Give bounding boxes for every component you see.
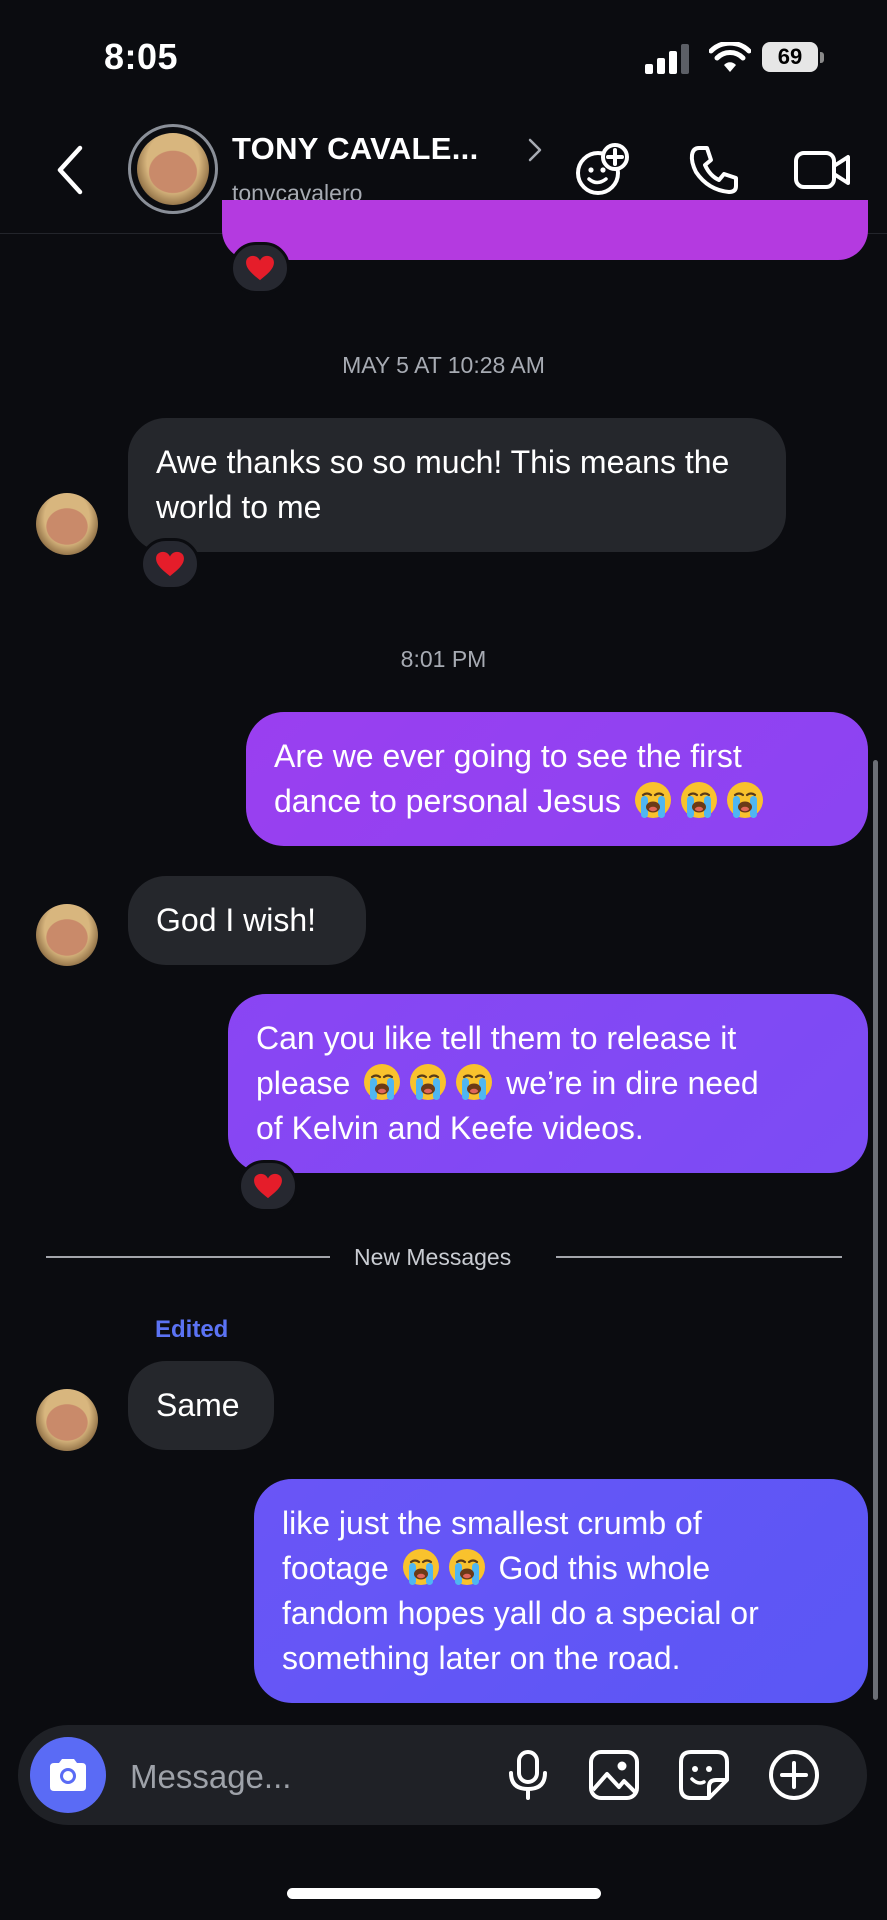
message-text: Are we ever going to see the first <box>274 738 742 774</box>
incoming-message-bubble[interactable]: Awe thanks so so much! This means the wo… <box>128 418 786 552</box>
message-text: God I wish! <box>156 902 317 938</box>
loudly-crying-face-emoji <box>725 780 765 820</box>
message-text: Same <box>156 1387 240 1423</box>
sender-avatar[interactable] <box>36 1389 98 1451</box>
message-text: Awe thanks so so much! This means the wo… <box>156 444 730 525</box>
timestamp: 8:01 PM <box>400 646 487 672</box>
new-messages-divider <box>556 1256 842 1258</box>
reaction-badge[interactable] <box>140 538 200 590</box>
message-text: of Kelvin and Keefe videos. <box>256 1110 644 1146</box>
heart-icon <box>245 255 275 281</box>
timestamp: MAY 5 AT 10:28 AM <box>342 352 545 378</box>
microphone-icon[interactable] <box>500 1747 556 1803</box>
battery-indicator: 69 <box>762 42 826 74</box>
loudly-crying-face-emoji <box>408 1062 448 1102</box>
message-text: we’re in dire need <box>506 1065 759 1101</box>
gallery-icon[interactable] <box>586 1747 642 1803</box>
message-input[interactable] <box>128 1750 492 1804</box>
sticker-icon[interactable] <box>676 1747 732 1803</box>
back-chevron-icon[interactable] <box>52 144 88 196</box>
phone-icon[interactable] <box>684 140 744 200</box>
camera-button[interactable] <box>30 1737 106 1813</box>
incoming-message-bubble[interactable]: God I wish! <box>128 876 366 965</box>
message-text: like just the smallest crumb of <box>282 1505 702 1541</box>
chevron-right-icon[interactable] <box>526 136 544 164</box>
add-icon[interactable] <box>766 1747 822 1803</box>
new-messages-divider <box>46 1256 330 1258</box>
message-text: Can you like tell them to release it <box>256 1020 737 1056</box>
sender-avatar[interactable] <box>36 904 98 966</box>
scrollbar[interactable] <box>873 760 878 1700</box>
reaction-badge[interactable] <box>230 242 290 294</box>
message-text: fandom hopes yall do a special or <box>282 1595 759 1631</box>
new-messages-label: New Messages <box>354 1244 512 1270</box>
status-time: 8:05 <box>104 36 179 77</box>
message-text: please <box>256 1065 351 1101</box>
contact-name[interactable]: TONY CAVALE... <box>232 131 479 167</box>
outgoing-message-bubble[interactable]: Are we ever going to see the first dance… <box>246 712 868 846</box>
message-text: dance to personal Jesus <box>274 783 621 819</box>
outgoing-message-bubble[interactable]: like just the smallest crumb of footage … <box>254 1479 868 1703</box>
video-camera-icon[interactable] <box>792 140 852 200</box>
reaction-badge[interactable] <box>238 1160 298 1212</box>
cellular-signal-icon <box>645 44 689 74</box>
loudly-crying-face-emoji <box>447 1547 487 1587</box>
battery-level: 69 <box>762 42 818 72</box>
message-text: footage <box>282 1550 389 1586</box>
home-indicator[interactable] <box>287 1888 601 1899</box>
message-text: God this whole <box>498 1550 711 1586</box>
outgoing-message-bubble[interactable]: Can you like tell them to release it ple… <box>228 994 868 1173</box>
contact-avatar[interactable] <box>128 124 218 214</box>
heart-icon <box>155 551 185 577</box>
edited-label: Edited <box>155 1316 229 1343</box>
loudly-crying-face-emoji <box>401 1547 441 1587</box>
camera-icon <box>50 1759 86 1791</box>
sender-avatar[interactable] <box>36 493 98 555</box>
loudly-crying-face-emoji <box>679 780 719 820</box>
wifi-icon <box>709 42 751 72</box>
incoming-message-bubble[interactable]: Same <box>128 1361 274 1450</box>
message-text: something later on the road. <box>282 1640 681 1676</box>
heart-icon <box>253 1173 283 1199</box>
loudly-crying-face-emoji <box>454 1062 494 1102</box>
loudly-crying-face-emoji <box>362 1062 402 1102</box>
effects-icon[interactable] <box>573 140 633 200</box>
previous-message-bubble[interactable] <box>222 200 868 260</box>
loudly-crying-face-emoji <box>633 780 673 820</box>
